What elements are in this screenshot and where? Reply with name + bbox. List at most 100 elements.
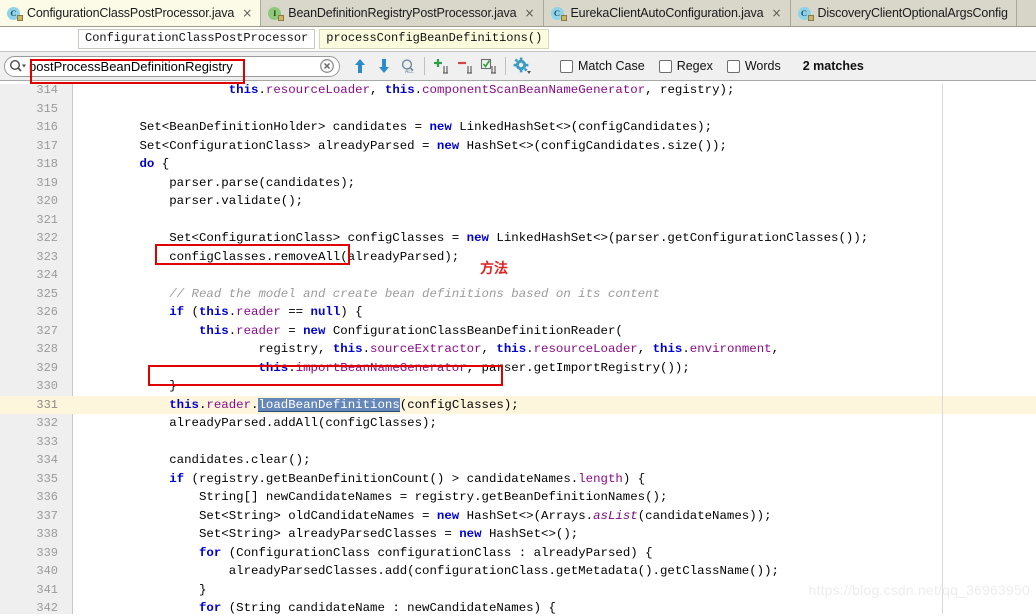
- code-line[interactable]: 329 this.importBeanNameGenerator, parser…: [0, 359, 1036, 378]
- match-case-option[interactable]: Match Case: [560, 59, 645, 73]
- code-line[interactable]: 315: [0, 100, 1036, 119]
- search-dropdown-icon[interactable]: [7, 57, 29, 76]
- code-line[interactable]: 325 // Read the model and create bean de…: [0, 285, 1036, 304]
- code-token: resourceLoader: [265, 83, 371, 97]
- regex-label: Regex: [676, 59, 713, 73]
- editor-tab-1[interactable]: I BeanDefinitionRegistryPostProcessor.jav…: [261, 0, 544, 26]
- code-line[interactable]: 332 alreadyParsed.addAll(configClasses);: [0, 414, 1036, 433]
- words-checkbox[interactable]: [726, 59, 740, 73]
- add-occurrence-icon[interactable]: [429, 54, 453, 78]
- code-line[interactable]: 335 if (registry.getBeanDefinitionCount(…: [0, 470, 1036, 489]
- code-token: .: [414, 83, 423, 97]
- code-line[interactable]: 328 registry, this.sourceExtractor, this…: [0, 340, 1036, 359]
- code-token: , registry);: [645, 83, 735, 97]
- code-token: .: [362, 342, 370, 356]
- code-token: =: [280, 323, 304, 338]
- find-toolbar: ALL: [0, 52, 1036, 84]
- line-number: 317: [36, 138, 58, 153]
- code-token: ) {: [340, 305, 363, 319]
- code-line[interactable]: 334 candidates.clear();: [0, 451, 1036, 470]
- java-class-icon: C: [550, 6, 567, 21]
- code-line[interactable]: 333: [0, 433, 1036, 452]
- code-line[interactable]: 320 parser.validate();: [0, 192, 1036, 211]
- regex-checkbox[interactable]: [658, 59, 672, 73]
- code-token: environment: [689, 342, 772, 356]
- editor-tab-2[interactable]: C EurekaClientAutoConfiguration.java ×: [543, 0, 791, 26]
- editor-tab-3[interactable]: C DiscoveryClientOptionalArgsConfig: [790, 0, 1017, 26]
- code-content[interactable]: 314 this.resourceLoader, this.componentS…: [0, 81, 1036, 614]
- remove-occurrence-icon[interactable]: [453, 54, 477, 78]
- code-text: this.reader.loadBeanDefinitions(configCl…: [80, 396, 519, 415]
- close-icon[interactable]: ×: [524, 7, 534, 19]
- breadcrumb-method[interactable]: processConfigBeanDefinitions(): [319, 28, 550, 50]
- match-case-checkbox[interactable]: [560, 59, 573, 73]
- code-token: this: [384, 83, 415, 97]
- code-token: ,: [370, 83, 385, 97]
- code-token: asList: [593, 508, 638, 523]
- code-text: Set<String> oldCandidateNames = new Hash…: [80, 507, 772, 526]
- code-text: }: [80, 377, 176, 396]
- line-number: 321: [36, 212, 58, 227]
- code-token: Set<BeanDefinitionHolder> candidates =: [80, 120, 430, 134]
- find-next-icon[interactable]: [372, 54, 396, 78]
- search-field[interactable]: [4, 55, 340, 84]
- line-number: 337: [36, 508, 58, 523]
- code-token: LinkedHashSet<>(parser.getConfigurationC…: [488, 231, 869, 245]
- code-line[interactable]: 321: [0, 211, 1036, 230]
- code-text: Set<ConfigurationClass> configClasses = …: [80, 229, 868, 248]
- code-line[interactable]: 318 do {: [0, 155, 1036, 174]
- code-line[interactable]: 342 for (String candidateName : newCandi…: [0, 599, 1036, 614]
- code-token: .: [258, 83, 266, 97]
- code-line[interactable]: 323 configClasses.removeAll(alreadyParse…: [0, 248, 1036, 267]
- code-line[interactable]: 339 for (ConfigurationClass configuratio…: [0, 544, 1036, 563]
- code-token: configClasses.removeAll(alreadyParsed);: [80, 249, 460, 264]
- code-token: new: [303, 323, 326, 338]
- find-all-icon[interactable]: ALL: [396, 54, 420, 78]
- code-line[interactable]: 322 Set<ConfigurationClass> configClasse…: [0, 229, 1036, 248]
- gear-icon[interactable]: [510, 54, 534, 78]
- code-line[interactable]: 331 this.reader.loadBeanDefinitions(conf…: [0, 395, 1036, 415]
- code-line[interactable]: 337 Set<String> oldCandidateNames = new …: [0, 507, 1036, 526]
- code-line[interactable]: 324: [0, 266, 1036, 285]
- code-token: new: [436, 138, 460, 153]
- code-token: new: [466, 231, 489, 245]
- code-text: // Read the model and create bean defini…: [80, 285, 660, 304]
- clear-icon[interactable]: [317, 56, 337, 76]
- editor-tab-label: DiscoveryClientOptionalArgsConfig: [817, 6, 1008, 20]
- code-line[interactable]: 316 Set<BeanDefinitionHolder> candidates…: [0, 118, 1036, 137]
- line-number: 324: [36, 268, 58, 282]
- code-token: Set<String> alreadyParsedClasses =: [80, 527, 460, 541]
- line-number: 323: [36, 249, 58, 264]
- close-icon[interactable]: ×: [771, 7, 781, 19]
- line-number: 334: [36, 453, 58, 467]
- code-line[interactable]: 330 }: [0, 377, 1036, 396]
- breadcrumb-class[interactable]: ConfigurationClassPostProcessor: [78, 28, 316, 50]
- java-interface-icon: I: [268, 6, 285, 21]
- code-text: alreadyParsedClasses.add(configurationCl…: [80, 562, 779, 581]
- code-line[interactable]: 336 String[] newCandidateNames = registr…: [0, 488, 1036, 507]
- code-text: configClasses.removeAll(alreadyParsed);: [80, 248, 459, 267]
- code-text: if (this.reader == null) {: [80, 303, 363, 322]
- code-line[interactable]: 326 if (this.reader == null) {: [0, 303, 1036, 322]
- find-previous-icon[interactable]: [348, 54, 372, 78]
- close-icon[interactable]: ×: [242, 7, 252, 19]
- lock-icon: [560, 14, 567, 21]
- editor-tab-0[interactable]: C ConfigurationClassPostProcessor.java ×: [0, 0, 262, 26]
- lock-icon: [17, 14, 23, 21]
- code-line[interactable]: 317 Set<ConfigurationClass> alreadyParse…: [0, 137, 1036, 156]
- code-line[interactable]: 327 this.reader = new ConfigurationClass…: [0, 322, 1036, 341]
- search-input[interactable]: [27, 57, 317, 75]
- line-number: 335: [36, 471, 58, 486]
- code-token: , parser.getImportRegistry());: [466, 360, 690, 375]
- code-editor[interactable]: 314 this.resourceLoader, this.componentS…: [0, 81, 1036, 614]
- regex-option[interactable]: Regex: [658, 59, 713, 73]
- code-token: (ConfigurationClass configurationClass :…: [221, 545, 653, 560]
- code-line[interactable]: 319 parser.parse(candidates);: [0, 174, 1036, 193]
- words-option[interactable]: Words: [726, 59, 781, 73]
- select-all-occurrences-icon[interactable]: [477, 54, 501, 78]
- code-line[interactable]: 338 Set<String> alreadyParsedClasses = n…: [0, 525, 1036, 544]
- java-class-icon: C: [797, 6, 814, 21]
- code-line[interactable]: 340 alreadyParsedClasses.add(configurati…: [0, 562, 1036, 581]
